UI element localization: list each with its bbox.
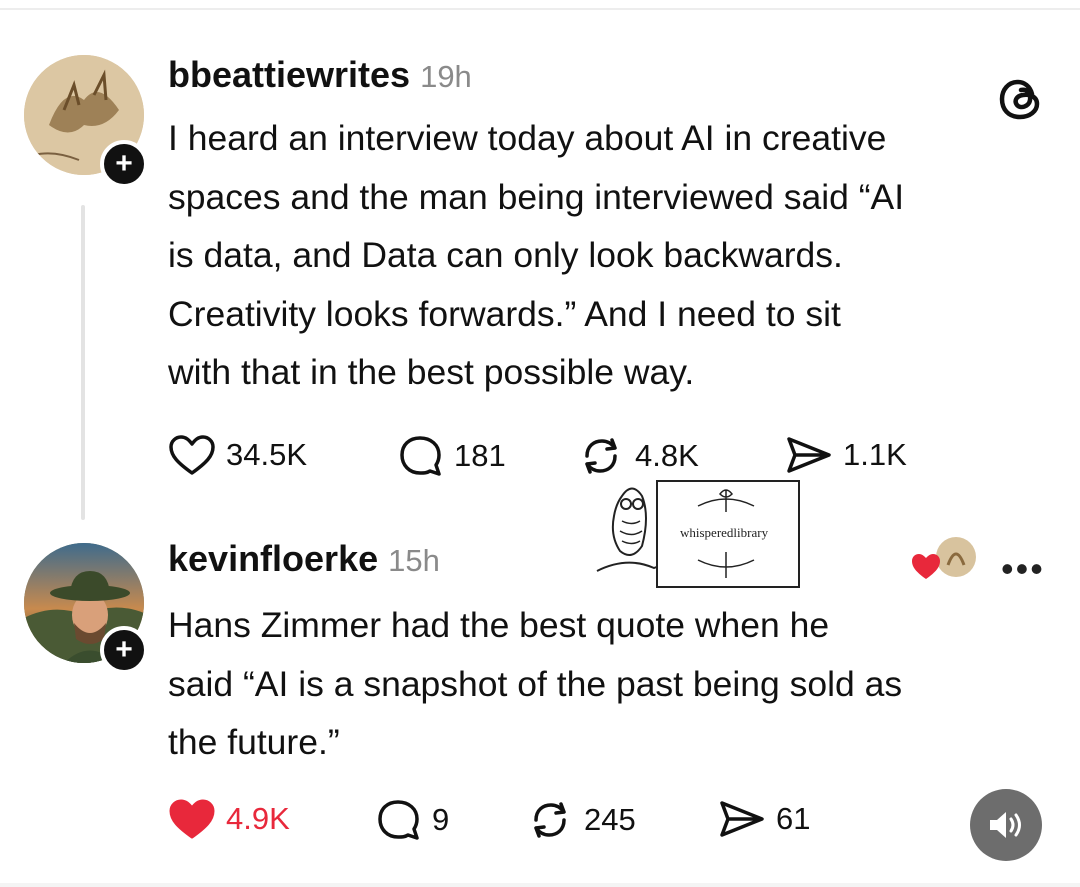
repost-button[interactable]: 245 [526,798,636,842]
reply-header: kevinfloerke 15h [168,538,440,580]
reply-text-line: said “AI is a snapshot of the past being… [168,663,903,704]
reply-count: 9 [432,802,450,837]
watermark-text: whisperedlibrary [680,525,769,540]
reply-count: 181 [454,438,506,473]
repost-icon [534,802,566,838]
heart-icon [169,799,215,839]
username[interactable]: bbeattiewrites [168,54,410,95]
threads-icon[interactable] [996,74,1046,124]
comment-icon [378,800,419,840]
sound-button[interactable] [970,789,1042,861]
follow-button[interactable]: + [100,140,148,188]
repost-count: 245 [584,802,636,837]
post-text-line: with that in the best possible way. [168,352,695,392]
more-icon[interactable]: ••• [1001,548,1045,590]
author-liked-badge [910,535,980,585]
repost-button[interactable]: 4.8K [577,434,699,478]
reply-text: Hans Zimmer had the best quote when he s… [168,596,902,772]
share-count: 61 [776,801,811,836]
like-button[interactable]: 4.9K [168,798,290,840]
post-text-line: I heard an interview today about AI in c… [168,118,887,158]
heart-icon [169,435,215,475]
share-icon [720,801,764,837]
like-count: 4.9K [226,801,290,836]
like-count: 34.5K [226,437,308,472]
top-divider [0,8,1080,10]
post-text-line: Creativity looks forwards.” And I need t… [168,293,841,334]
post-header: bbeattiewrites 19h [168,54,472,96]
reply-text-line: the future.” [168,722,340,762]
repost-count: 4.8K [635,438,699,473]
reply-text-line: Hans Zimmer had the best quote when he [168,605,830,645]
speaker-icon [990,812,1021,838]
share-button[interactable]: 1.1K [785,434,907,476]
timestamp: 15h [388,543,440,578]
username[interactable]: kevinfloerke [168,538,378,579]
share-button[interactable]: 61 [718,798,810,840]
reply-button[interactable]: 181 [398,434,506,478]
bottom-divider [0,883,1080,887]
repost-icon [585,438,617,474]
follow-button[interactable]: + [100,626,148,674]
like-button[interactable]: 34.5K [168,434,307,476]
share-count: 1.1K [843,437,907,472]
watermark: whisperedlibrary [592,476,806,588]
post-text: I heard an interview today about AI in c… [168,109,904,402]
reply-button[interactable]: 9 [376,798,449,842]
share-icon [787,437,831,473]
post-text-line: spaces and the man being interviewed sai… [168,176,905,217]
thread-line [81,205,85,520]
post-text-line: is data, and Data can only look backward… [168,235,843,275]
timestamp: 19h [420,59,472,94]
comment-icon [400,436,441,476]
